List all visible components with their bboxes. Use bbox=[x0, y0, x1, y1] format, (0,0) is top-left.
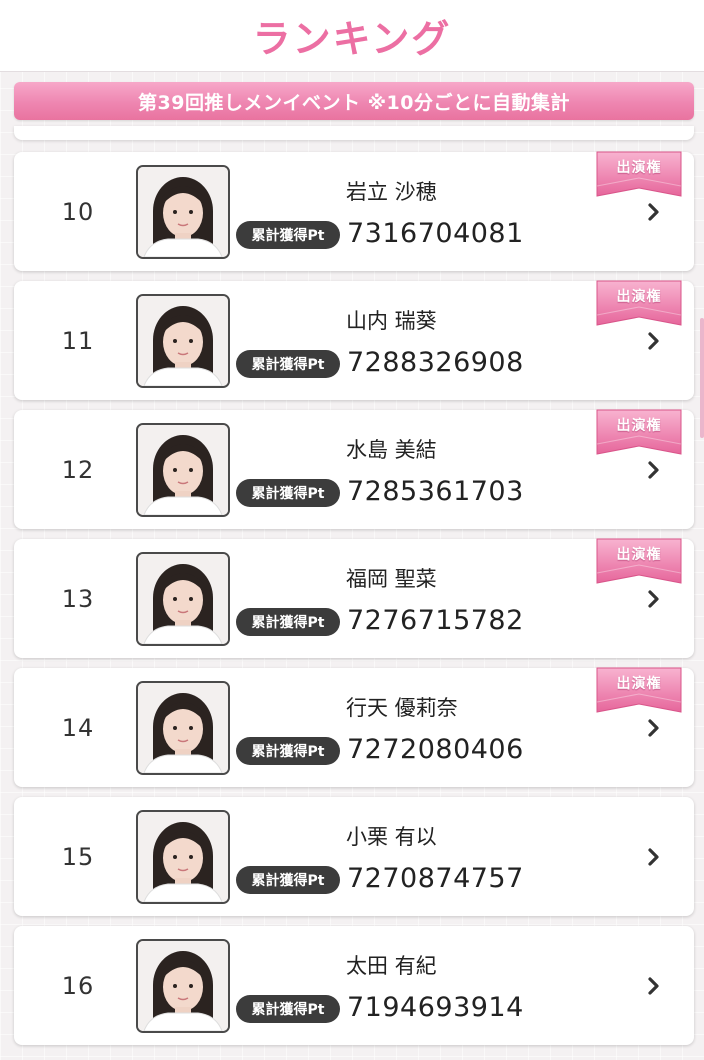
app-header: ランキング bbox=[0, 0, 704, 72]
event-banner: 第39回推しメンイベント ※10分ごとに自動集計 bbox=[14, 82, 694, 120]
points-value: 7316704081 bbox=[347, 218, 524, 249]
rank-number: 10 bbox=[61, 197, 95, 226]
member-photo bbox=[136, 681, 230, 775]
chevron-right-icon[interactable] bbox=[642, 926, 666, 1045]
award-ribbon-icon: 出演権 bbox=[595, 666, 683, 718]
cumulative-pt-label: 累計獲得Pt bbox=[236, 995, 340, 1023]
ranking-card[interactable]: 16 太田 有紀 累計獲得Pt 7194693914 bbox=[14, 926, 694, 1045]
ranking-card[interactable]: 12 水島 美結 累計獲得Pt 7285361703 出演権 bbox=[14, 408, 694, 529]
member-name: 小栗 有以 bbox=[346, 825, 437, 849]
ribbon-label: 出演権 bbox=[616, 289, 662, 305]
award-ribbon-icon: 出演権 bbox=[595, 537, 683, 589]
member-name: 行天 優莉奈 bbox=[346, 696, 458, 720]
ranking-card[interactable]: 14 行天 優莉奈 累計獲得Pt 7272080406 出演権 bbox=[14, 666, 694, 787]
points-value: 7194693914 bbox=[347, 992, 524, 1023]
ribbon-label: 出演権 bbox=[616, 547, 662, 563]
rank-number: 14 bbox=[61, 713, 95, 742]
member-photo bbox=[136, 294, 230, 388]
member-name: 水島 美結 bbox=[346, 438, 437, 462]
rank-number: 16 bbox=[61, 971, 95, 1000]
ribbon-label: 出演権 bbox=[616, 418, 662, 434]
chevron-right-icon[interactable] bbox=[642, 281, 666, 400]
page-title: ランキング bbox=[252, 17, 452, 61]
chevron-right-icon[interactable] bbox=[642, 668, 666, 787]
member-name: 太田 有紀 bbox=[346, 954, 437, 978]
scrollbar[interactable] bbox=[700, 318, 704, 438]
member-photo bbox=[136, 810, 230, 904]
chevron-right-icon[interactable] bbox=[642, 410, 666, 529]
member-photo bbox=[136, 939, 230, 1033]
rank-number: 15 bbox=[61, 842, 95, 871]
cumulative-pt-label: 累計獲得Pt bbox=[236, 608, 340, 636]
rank-number: 13 bbox=[61, 584, 95, 613]
member-name: 岩立 沙穂 bbox=[346, 180, 437, 204]
member-photo bbox=[136, 165, 230, 259]
points-value: 7288326908 bbox=[347, 347, 524, 378]
award-ribbon-icon: 出演権 bbox=[595, 150, 683, 202]
chevron-right-icon[interactable] bbox=[642, 539, 666, 658]
rank-number: 11 bbox=[61, 326, 95, 355]
points-value: 7285361703 bbox=[347, 476, 524, 507]
points-value: 7272080406 bbox=[347, 734, 524, 765]
ranking-card[interactable]: 13 福岡 聖菜 累計獲得Pt 7276715782 出演権 bbox=[14, 537, 694, 658]
cumulative-pt-label: 累計獲得Pt bbox=[236, 479, 340, 507]
cumulative-pt-label: 累計獲得Pt bbox=[236, 221, 340, 249]
ribbon-label: 出演権 bbox=[616, 676, 662, 692]
ranking-card[interactable]: 10 岩立 沙穂 累計獲得Pt 7316704081 出演権 bbox=[14, 150, 694, 271]
award-ribbon-icon: 出演権 bbox=[595, 279, 683, 331]
member-name: 福岡 聖菜 bbox=[346, 567, 437, 591]
ranking-card[interactable]: 15 小栗 有以 累計獲得Pt 7270874757 bbox=[14, 797, 694, 916]
ranking-card[interactable]: 11 山内 瑞葵 累計獲得Pt 7288326908 出演権 bbox=[14, 279, 694, 400]
previous-card-edge bbox=[14, 126, 694, 140]
cumulative-pt-label: 累計獲得Pt bbox=[236, 737, 340, 765]
rank-number: 12 bbox=[61, 455, 95, 484]
member-photo bbox=[136, 552, 230, 646]
member-name: 山内 瑞葵 bbox=[346, 309, 437, 333]
ribbon-label: 出演権 bbox=[616, 160, 662, 176]
chevron-right-icon[interactable] bbox=[642, 797, 666, 916]
ranking-list: 10 岩立 沙穂 累計獲得Pt 7316704081 出演権 11 山内 瑞葵 … bbox=[14, 150, 694, 1055]
points-value: 7276715782 bbox=[347, 605, 524, 636]
member-photo bbox=[136, 423, 230, 517]
cumulative-pt-label: 累計獲得Pt bbox=[236, 350, 340, 378]
cumulative-pt-label: 累計獲得Pt bbox=[236, 866, 340, 894]
points-value: 7270874757 bbox=[347, 863, 524, 894]
award-ribbon-icon: 出演権 bbox=[595, 408, 683, 460]
chevron-right-icon[interactable] bbox=[642, 152, 666, 271]
